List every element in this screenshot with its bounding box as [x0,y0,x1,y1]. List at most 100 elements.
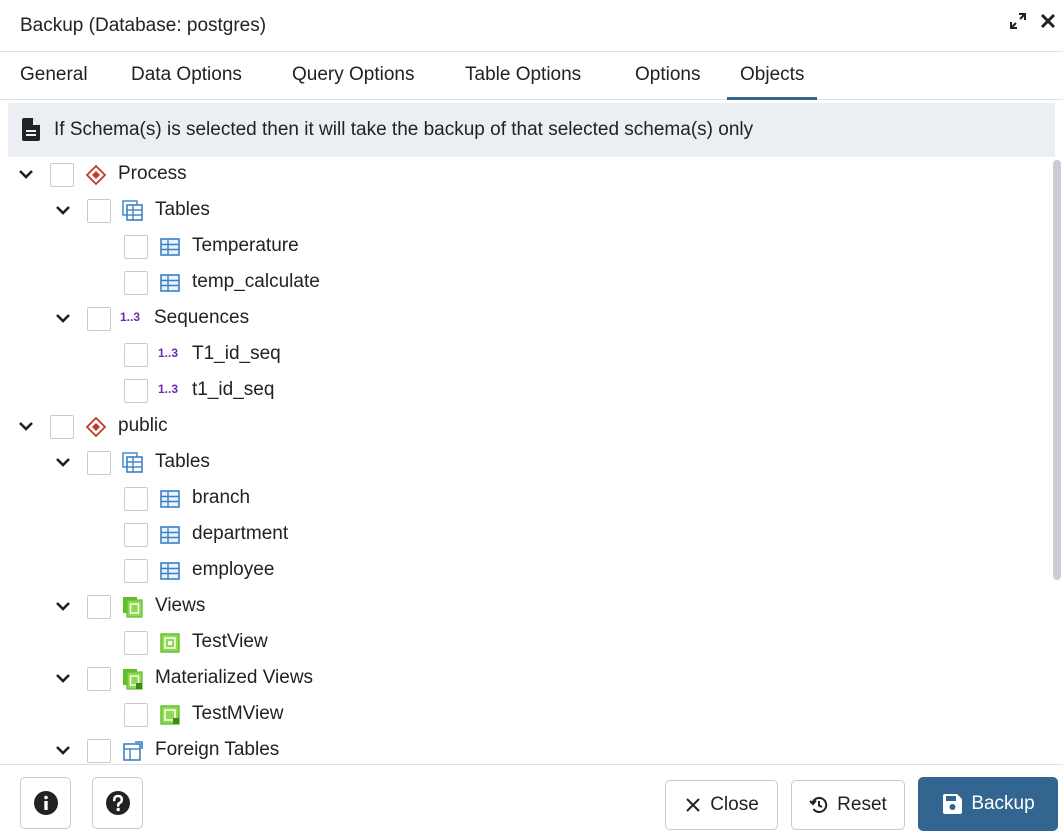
tab-data-options[interactable]: Data Options [131,64,242,100]
foreign-tables-icon [123,741,143,761]
tab-bar: General Data Options Query Options Table… [0,52,1063,100]
table-icon [160,562,180,580]
tree-node-label: employee [192,559,275,580]
checkbox[interactable] [124,379,148,403]
chevron-down-icon[interactable] [55,310,71,326]
tab-query-options[interactable]: Query Options [292,64,415,100]
checkbox[interactable] [87,739,111,763]
reset-button[interactable]: Reset [791,780,905,830]
tree-node-sequences[interactable]: 1..3 Sequences [8,301,1048,337]
checkbox[interactable] [124,235,148,259]
help-icon [105,791,130,815]
checkbox[interactable] [87,595,111,619]
dialog-title: Backup (Database: postgres) [20,15,267,36]
maximize-icon[interactable] [1009,12,1027,36]
info-button[interactable] [20,777,71,829]
sequence-icon: 1..3 [120,310,141,324]
tree-node-public[interactable]: public [8,409,1048,445]
tree-node-tables[interactable]: Tables [8,445,1048,481]
tree-node-label: t1_id_seq [192,379,275,400]
reset-button-label: Reset [837,794,887,815]
chevron-down-icon[interactable] [55,202,71,218]
tab-general[interactable]: General [20,64,88,100]
backup-button-label: Backup [971,793,1035,814]
tree-node-foreign-tables[interactable]: Foreign Tables [8,733,1048,764]
tree-node-branch[interactable]: branch [8,481,1048,517]
tree-node-label: Sequences [154,307,250,328]
tree-node-label: Temperature [192,235,299,256]
chevron-down-icon[interactable] [18,166,34,182]
table-icon [160,274,180,292]
tab-table-options[interactable]: Table Options [465,64,581,100]
tree-node-employee[interactable]: employee [8,553,1048,589]
tree-node-label: Tables [155,451,210,472]
tables-icon [122,200,143,221]
sequence-icon: 1..3 [158,382,179,396]
checkbox[interactable] [87,451,111,475]
tree-node-label: branch [192,487,251,508]
tree-node-label: Tables [155,199,210,220]
tab-objects[interactable]: Objects [727,64,818,100]
close-icon[interactable] [1039,12,1057,36]
close-button[interactable]: Close [665,780,778,830]
help-button[interactable] [92,777,143,829]
checkbox[interactable] [124,487,148,511]
chevron-down-icon[interactable] [55,742,71,758]
tree-node-t1-id-seq[interactable]: 1..3 T1_id_seq [8,337,1048,373]
objects-tree: Process Tables Temperature temp_calculat… [8,157,1055,764]
backup-button[interactable]: Backup [918,777,1058,831]
mview-icon [160,705,180,725]
tree-node-testmview[interactable]: TestMView [8,697,1048,733]
chevron-down-icon[interactable] [55,670,71,686]
tree-node-label: T1_id_seq [192,343,281,364]
tree-scrollbar[interactable] [1053,160,1061,580]
view-icon [160,633,180,653]
checkbox[interactable] [50,163,74,187]
tree-node-t1-id-seq-lower[interactable]: 1..3 t1_id_seq [8,373,1048,409]
sequence-icon: 1..3 [158,346,179,360]
tree-node-process[interactable]: Process [8,157,1048,193]
tab-options[interactable]: Options [635,64,700,100]
checkbox[interactable] [124,523,148,547]
mviews-icon [123,669,143,690]
tree-node-label: TestMView [192,703,284,724]
tree-node-label: department [192,523,289,544]
table-icon [160,526,180,544]
reset-icon [809,796,828,813]
checkbox[interactable] [124,631,148,655]
tree-node-temperature[interactable]: Temperature [8,229,1048,265]
checkbox[interactable] [87,199,111,223]
info-message: If Schema(s) is selected then it will ta… [8,103,1055,157]
tree-node-department[interactable]: department [8,517,1048,553]
info-icon [33,791,58,815]
schema-icon [85,416,107,438]
tree-node-label: TestView [192,631,268,652]
tree-node-label: Views [155,595,206,616]
tree-node-label: public [118,415,168,436]
tree-node-temp-calculate[interactable]: temp_calculate [8,265,1048,301]
checkbox[interactable] [124,343,148,367]
tree-node-tables[interactable]: Tables [8,193,1048,229]
checkbox[interactable] [124,559,148,583]
checkbox[interactable] [87,307,111,331]
table-icon [160,238,180,256]
checkbox[interactable] [124,703,148,727]
dialog-footer: Close Reset Backup [0,764,1063,839]
checkbox[interactable] [87,667,111,691]
tree-node-views[interactable]: Views [8,589,1048,625]
tree-node-label: Foreign Tables [155,739,280,760]
checkbox[interactable] [50,415,74,439]
info-text: If Schema(s) is selected then it will ta… [54,119,754,140]
chevron-down-icon[interactable] [55,598,71,614]
table-icon [160,490,180,508]
tree-node-testview[interactable]: TestView [8,625,1048,661]
schema-icon [85,164,107,186]
save-icon [943,794,963,814]
tree-node-materialized-views[interactable]: Materialized Views [8,661,1048,697]
tables-icon [122,452,143,473]
close-button-label: Close [710,794,759,815]
chevron-down-icon[interactable] [55,454,71,470]
chevron-down-icon[interactable] [18,418,34,434]
checkbox[interactable] [124,271,148,295]
tree-node-label: Process [118,163,187,184]
